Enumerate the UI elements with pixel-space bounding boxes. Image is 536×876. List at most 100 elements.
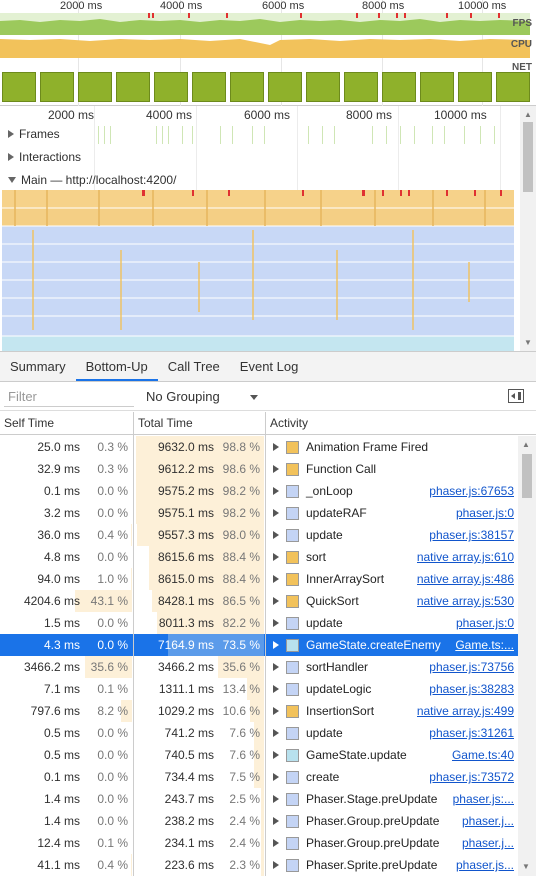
source-link[interactable]: phaser.js:73572 [429,766,514,788]
table-row[interactable]: 0.5 ms 0.0 % 740.5 ms 7.6 % GameState.update… [0,744,518,766]
table-row[interactable]: 3.2 ms 0.0 % 9575.1 ms 98.2 % updateRAF phase… [0,502,518,524]
tab-bottom-up[interactable]: Bottom-Up [75,352,158,381]
expand-arrow-icon[interactable] [273,509,279,517]
self-time-percent: 0.4 % [97,528,128,542]
expand-arrow-icon[interactable] [273,773,279,781]
source-link[interactable]: Game.ts:40 [452,744,514,766]
timeline-overview[interactable]: 2000 ms 4000 ms 6000 ms 8000 ms 10000 ms… [0,0,536,106]
self-time-value: 797.6 ms [30,704,80,718]
total-time-percent: 82.2 % [222,616,260,630]
expand-arrow-icon[interactable] [273,817,279,825]
timeline-scrollbar[interactable]: ▲ ▼ [520,106,536,351]
expand-arrow-icon[interactable] [273,707,279,715]
table-row[interactable]: 4204.6 ms 43.1 % 8428.1 ms 86.5 % QuickSort n… [0,590,518,612]
column-divider [133,412,134,876]
activity-name: Animation Frame Fired [306,440,429,454]
scrollbar-thumb[interactable] [523,122,533,192]
expand-arrow-icon[interactable] [273,487,279,495]
table-row[interactable]: 0.5 ms 0.0 % 741.2 ms 7.6 % update phaser.js:… [0,722,518,744]
scrollbar-thumb[interactable] [522,454,532,498]
table-row[interactable]: 1.4 ms 0.0 % 238.2 ms 2.4 % Phaser.Group.pre… [0,810,518,832]
source-link[interactable]: Game.ts:... [455,634,514,656]
table-row[interactable]: 1.4 ms 0.0 % 243.7 ms 2.5 % Phaser.Stage.pre… [0,788,518,810]
total-time-value: 9575.2 ms [157,484,214,498]
self-time-percent: 1.0 % [97,572,128,586]
column-header-total-time[interactable]: Total Time [134,412,266,435]
expand-arrow-icon[interactable] [273,663,279,671]
main-flame-chart[interactable] [2,190,514,352]
network-request [306,72,340,102]
collapse-arrow-icon[interactable] [8,177,16,183]
source-link[interactable]: phaser.j... [462,832,514,854]
scroll-up-icon[interactable]: ▲ [522,440,530,449]
table-row[interactable]: 797.6 ms 8.2 % 1029.2 ms 10.6 % InsertionSor… [0,700,518,722]
source-link[interactable]: phaser.j... [462,810,514,832]
track-label: Frames [19,127,60,141]
source-link[interactable]: phaser.js:38283 [429,678,514,700]
source-link[interactable]: phaser.js:0 [456,612,514,634]
column-header-self-time[interactable]: Self Time [0,412,134,435]
expand-arrow-icon[interactable] [273,531,279,539]
source-link[interactable]: phaser.js:... [453,788,514,810]
expand-arrow-icon[interactable] [273,861,279,869]
expand-arrow-icon[interactable] [273,619,279,627]
table-row[interactable]: 41.1 ms 0.4 % 223.6 ms 2.3 % Phaser.Sprite.p… [0,854,518,876]
source-link[interactable]: phaser.js:67653 [429,480,514,502]
table-scrollbar[interactable]: ▲ ▼ [518,436,536,876]
expand-arrow-icon[interactable] [273,795,279,803]
column-header-activity[interactable]: Activity [266,412,536,435]
category-swatch-icon [286,705,299,718]
expand-arrow-icon[interactable] [273,729,279,737]
tab-summary[interactable]: Summary [0,352,76,381]
grouping-select[interactable]: No Grouping [138,387,262,407]
scroll-down-icon[interactable]: ▼ [524,338,532,347]
self-time-percent: 0.0 % [97,726,128,740]
table-row[interactable]: 12.4 ms 0.1 % 234.1 ms 2.4 % Phaser.Group.pr… [0,832,518,854]
expand-arrow-icon[interactable] [273,465,279,473]
table-row[interactable]: 3466.2 ms 35.6 % 3466.2 ms 35.6 % sortHandle… [0,656,518,678]
table-row[interactable]: 0.1 ms 0.0 % 9575.2 ms 98.2 % _onLoop phaser.… [0,480,518,502]
table-row[interactable]: 7.1 ms 0.1 % 1311.1 ms 13.4 % updateLogic pha… [0,678,518,700]
source-link[interactable]: phaser.js:0 [456,502,514,524]
expand-arrow-icon[interactable] [273,839,279,847]
expand-arrow-icon[interactable] [273,685,279,693]
timeline-detail[interactable]: 2000 ms 4000 ms 6000 ms 8000 ms 10000 ms… [0,106,536,352]
source-link[interactable]: phaser.js... [456,854,514,876]
source-link[interactable]: phaser.js:73756 [429,656,514,678]
source-link[interactable]: native array.js:486 [417,568,514,590]
expand-arrow-icon[interactable] [273,553,279,561]
table-row[interactable]: 36.0 ms 0.4 % 9557.3 ms 98.0 % update phaser.… [0,524,518,546]
bottom-up-table[interactable]: 25.0 ms 0.3 % 9632.0 ms 98.8 % Animation Fra… [0,436,518,876]
filter-input[interactable] [4,387,134,407]
category-swatch-icon [286,441,299,454]
expand-arrow-icon[interactable] [273,575,279,583]
table-row[interactable]: 94.0 ms 1.0 % 8615.0 ms 88.4 % InnerArraySor… [0,568,518,590]
expand-arrow-icon[interactable] [8,153,14,161]
table-row[interactable]: 4.3 ms 0.0 % 7164.9 ms 73.5 % GameState.crea… [0,634,518,656]
source-link[interactable]: native array.js:610 [417,546,514,568]
track-main[interactable]: Main — http://localhost:4200/ [0,169,518,191]
sidebar-toggle-icon[interactable] [508,389,524,403]
source-link[interactable]: phaser.js:38157 [429,524,514,546]
scroll-down-icon[interactable]: ▼ [522,862,530,871]
self-time-value: 41.1 ms [37,858,80,872]
self-time-value: 94.0 ms [37,572,80,586]
table-row[interactable]: 32.9 ms 0.3 % 9612.2 ms 98.6 % Function Call [0,458,518,480]
table-row[interactable]: 25.0 ms 0.3 % 9632.0 ms 98.8 % Animation Fra… [0,436,518,458]
source-link[interactable]: phaser.js:31261 [429,722,514,744]
source-link[interactable]: native array.js:499 [417,700,514,722]
table-row[interactable]: 0.1 ms 0.0 % 734.4 ms 7.5 % create phaser.js:… [0,766,518,788]
expand-arrow-icon[interactable] [8,130,14,138]
tab-event-log[interactable]: Event Log [230,352,309,381]
table-row[interactable]: 4.8 ms 0.0 % 8615.6 ms 88.4 % sort native arr… [0,546,518,568]
expand-arrow-icon[interactable] [273,597,279,605]
tab-call-tree[interactable]: Call Tree [158,352,230,381]
track-interactions[interactable]: Interactions [0,146,518,168]
scroll-up-icon[interactable]: ▲ [524,110,532,119]
expand-arrow-icon[interactable] [273,443,279,451]
expand-arrow-icon[interactable] [273,641,279,649]
expand-arrow-icon[interactable] [273,751,279,759]
activity-name: Phaser.Group.preUpdate [306,836,440,850]
source-link[interactable]: native array.js:530 [417,590,514,612]
table-row[interactable]: 1.5 ms 0.0 % 8011.3 ms 82.2 % update phaser.j… [0,612,518,634]
